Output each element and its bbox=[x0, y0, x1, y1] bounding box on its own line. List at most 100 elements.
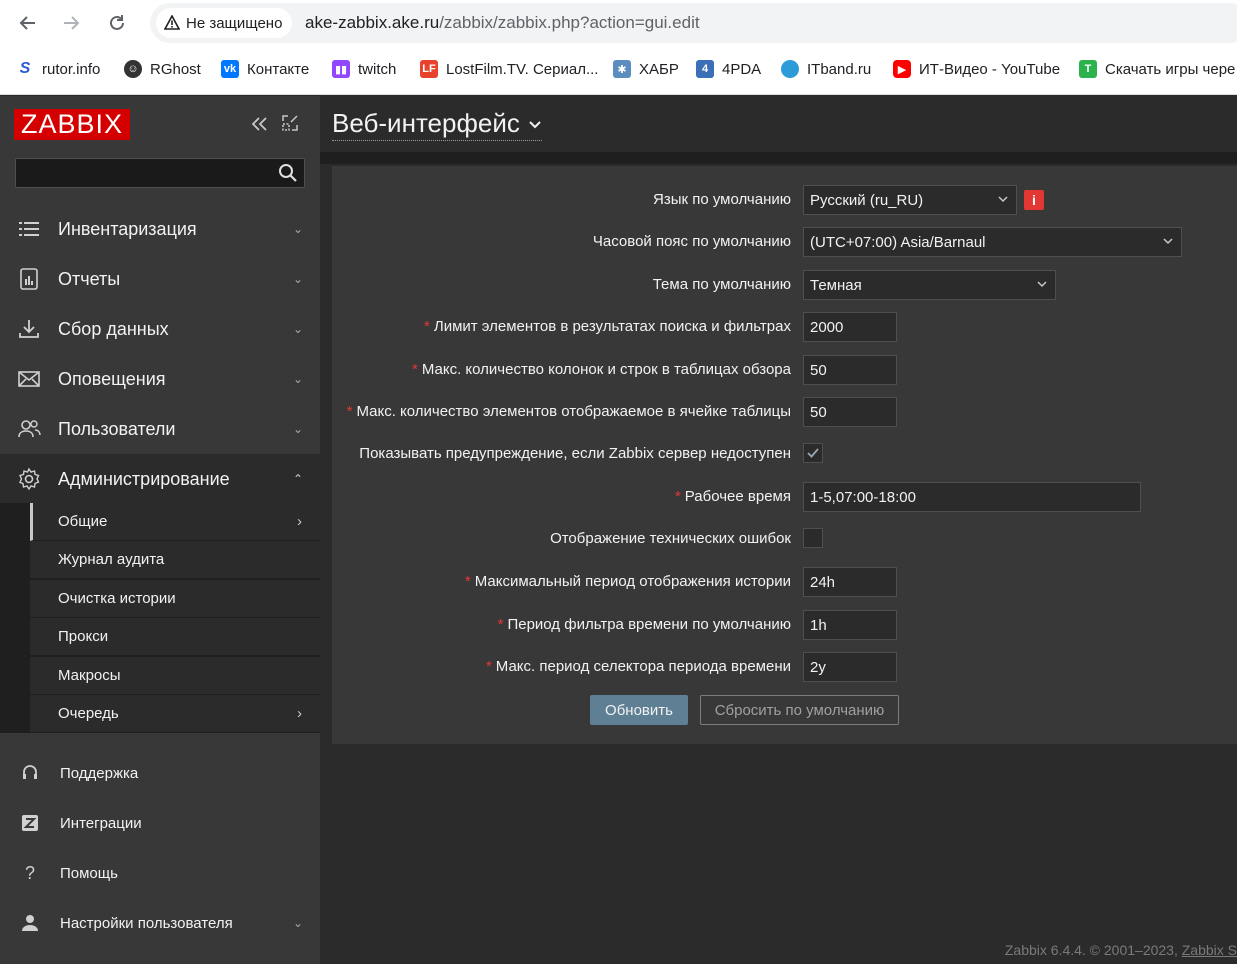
filter-period-input[interactable]: 1h bbox=[803, 610, 897, 640]
itband-icon bbox=[781, 60, 799, 78]
theme-select[interactable]: Темная bbox=[803, 270, 1056, 300]
double-chevron-left-icon bbox=[251, 117, 267, 131]
row-max-period: * Макс. период селектора периода времени … bbox=[332, 652, 1237, 682]
required-mark: * bbox=[464, 573, 471, 590]
chevron-down-icon bbox=[529, 120, 541, 128]
menu-users[interactable]: Пользователи ⌄ bbox=[0, 404, 320, 454]
zabbix-z-icon bbox=[22, 815, 38, 831]
bookmark-lostfilm[interactable]: LF LostFilm.TV. Сериал... bbox=[420, 60, 598, 78]
collapse-sidebar-button[interactable] bbox=[249, 114, 269, 140]
filter-period-label: * Период фильтра времени по умолчанию bbox=[497, 616, 791, 633]
forward-button[interactable] bbox=[56, 8, 86, 38]
search-limit-input[interactable]: 2000 bbox=[803, 312, 897, 342]
main-content: Веб-интерфейс Язык по умолчанию Русский … bbox=[320, 96, 1237, 964]
row-filter-period: * Период фильтра времени по умолчанию 1h bbox=[332, 610, 1237, 640]
bookmark-rghost[interactable]: ☺ RGhost bbox=[124, 60, 201, 78]
row-search-limit: * Лимит элементов в результатах поиска и … bbox=[332, 312, 1237, 342]
row-server-check: Показывать предупреждение, если Zabbix с… bbox=[332, 439, 1237, 469]
max-overview-input[interactable]: 50 bbox=[803, 355, 897, 385]
row-max-overview: * Макс. количество колонок и строк в табл… bbox=[332, 355, 1237, 385]
gear-icon bbox=[19, 467, 40, 491]
address-bar[interactable]: Не защищено ake-zabbix.ake.ru/zabbix/zab… bbox=[150, 3, 1237, 43]
history-period-input[interactable]: 24h bbox=[803, 567, 897, 597]
bookmark-torrent[interactable]: T Скачать игры чере bbox=[1079, 60, 1235, 78]
row-timezone: Часовой пояс по умолчанию (UTC+07:00) As… bbox=[332, 227, 1237, 257]
row-theme: Тема по умолчанию Темная bbox=[332, 270, 1237, 300]
page-title[interactable]: Веб-интерфейс bbox=[332, 108, 542, 141]
info-icon[interactable]: i bbox=[1024, 190, 1044, 210]
server-check-label: Показывать предупреждение, если Zabbix с… bbox=[359, 445, 791, 462]
server-check-checkbox[interactable] bbox=[803, 443, 823, 463]
menu-administration[interactable]: Администрирование ⌃ bbox=[0, 454, 320, 504]
url-text[interactable]: ake-zabbix.ake.ru/zabbix/zabbix.php?acti… bbox=[305, 13, 700, 33]
submenu-queue[interactable]: Очередь › bbox=[30, 695, 320, 733]
footer-copyright: Zabbix 6.4.4. © 2001–2023, bbox=[1004, 942, 1178, 958]
work-period-input[interactable]: 1-5,07:00-18:00 bbox=[803, 482, 1141, 512]
gui-settings-form: Язык по умолчанию Русский (ru_RU) i Часо… bbox=[332, 166, 1237, 744]
headset-icon bbox=[23, 765, 37, 779]
chevron-right-icon: › bbox=[297, 705, 302, 722]
chevron-right-icon: › bbox=[297, 513, 302, 530]
menu-administration-label: Администрирование bbox=[58, 468, 230, 489]
row-language: Язык по умолчанию Русский (ru_RU) i bbox=[332, 185, 1237, 215]
required-mark: * bbox=[485, 658, 492, 675]
menu-alerts[interactable]: Оповещения ⌄ bbox=[0, 354, 320, 404]
back-button[interactable] bbox=[13, 8, 43, 38]
history-period-label: * Максимальный период отображения истории bbox=[464, 573, 791, 590]
timezone-select[interactable]: (UTC+07:00) Asia/Barnaul bbox=[803, 227, 1182, 257]
habr-icon: ✱ bbox=[613, 60, 631, 78]
required-mark: * bbox=[424, 318, 430, 335]
chevron-down-icon: ⌄ bbox=[292, 222, 303, 236]
chevron-down-icon: ⌄ bbox=[292, 916, 303, 930]
search-icon[interactable] bbox=[278, 163, 298, 183]
reset-defaults-button[interactable]: Сбросить по умолчанию bbox=[700, 695, 899, 725]
bookmark-twitch[interactable]: ▮▮ twitch bbox=[332, 60, 396, 78]
max-period-input[interactable]: 2y bbox=[803, 652, 897, 682]
submenu-housekeeping[interactable]: Очистка истории bbox=[30, 580, 320, 618]
search-limit-label: * Лимит элементов в результатах поиска и … bbox=[424, 318, 791, 335]
menu-user-settings[interactable]: Настройки пользователя ⌄ bbox=[0, 898, 320, 948]
administration-submenu: Общие › Журнал аудита Очистка истории Пр… bbox=[0, 503, 320, 733]
menu-data-collection[interactable]: Сбор данных ⌄ bbox=[0, 304, 320, 354]
zabbix-logo[interactable]: ZABBIX bbox=[14, 109, 130, 140]
rutor-icon: S bbox=[16, 60, 34, 78]
submenu-proxies[interactable]: Прокси bbox=[30, 618, 320, 656]
submenu-audit-log[interactable]: Журнал аудита bbox=[30, 541, 320, 579]
user-icon bbox=[22, 915, 38, 931]
tech-errors-checkbox[interactable] bbox=[803, 528, 823, 548]
sidebar: ZABBIX Инвентаризация ⌄ Отчеты ⌄ Сбор да… bbox=[0, 96, 320, 964]
menu-inventory[interactable]: Инвентаризация ⌄ bbox=[0, 204, 320, 254]
language-select[interactable]: Русский (ru_RU) bbox=[803, 185, 1017, 215]
menu-reports-label: Отчеты bbox=[58, 268, 121, 289]
row-max-in-table: * Макс. количество элементов отображаемое… bbox=[332, 397, 1237, 427]
max-in-table-input[interactable]: 50 bbox=[803, 397, 897, 427]
chevron-down-icon bbox=[1037, 281, 1047, 288]
chevron-down-icon: ⌄ bbox=[292, 272, 303, 286]
menu-support[interactable]: Поддержка bbox=[0, 748, 320, 798]
arrow-left-icon bbox=[19, 16, 35, 30]
footer: Zabbix 6.4.4. © 2001–2023, Zabbix S bbox=[1005, 942, 1237, 958]
sidebar-search-input[interactable] bbox=[15, 158, 305, 188]
list-icon bbox=[19, 222, 39, 236]
bookmark-itband[interactable]: ITband.ru bbox=[781, 60, 871, 78]
bookmark-4pda[interactable]: 4 4PDA bbox=[696, 60, 761, 78]
menu-integrations[interactable]: Интеграции bbox=[0, 798, 320, 848]
kiosk-mode-button[interactable] bbox=[281, 114, 299, 138]
youtube-icon: ▶ bbox=[893, 60, 911, 78]
max-in-table-label: * Макс. количество элементов отображаемое… bbox=[346, 403, 791, 420]
question-icon: ? bbox=[24, 863, 35, 883]
url-host: ake-zabbix.ake.ru bbox=[305, 13, 440, 32]
bookmark-youtube[interactable]: ▶ ИТ-Видео - YouTube bbox=[893, 60, 1060, 78]
menu-reports[interactable]: Отчеты ⌄ bbox=[0, 254, 320, 304]
footer-link[interactable]: Zabbix S bbox=[1182, 942, 1237, 958]
menu-help[interactable]: ? Помощь bbox=[0, 848, 320, 898]
bookmark-rutor[interactable]: Srutor.info bbox=[16, 60, 100, 78]
submenu-general[interactable]: Общие › bbox=[30, 503, 320, 541]
title-separator bbox=[320, 152, 1237, 164]
submenu-macros[interactable]: Макросы bbox=[30, 657, 320, 695]
bookmark-vk[interactable]: vk Контакте bbox=[221, 60, 309, 78]
bookmark-habr[interactable]: ✱ ХАБР bbox=[613, 60, 679, 78]
update-button[interactable]: Обновить bbox=[590, 695, 688, 725]
reload-button[interactable] bbox=[102, 8, 132, 38]
security-chip[interactable]: Не защищено bbox=[156, 8, 293, 38]
